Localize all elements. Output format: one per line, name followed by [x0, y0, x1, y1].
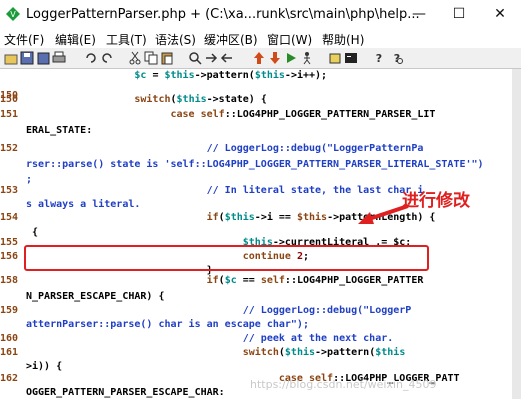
code-line: switch($this->state) {: [26, 94, 267, 105]
line-number: 162: [0, 373, 19, 384]
copy-icon[interactable]: [144, 51, 158, 65]
run-walk-icon[interactable]: [300, 51, 314, 65]
code-line: >i)) {: [26, 361, 63, 372]
load-session-icon[interactable]: [252, 51, 266, 65]
toolbar: ? ?: [0, 48, 521, 69]
code-line: s always a literal.: [26, 199, 141, 210]
line-number: 156: [0, 251, 19, 262]
code-line: case self::LOG4PHP_LOGGER_PATTERN_PARSER…: [26, 109, 436, 120]
menu-window[interactable]: 窗口(W): [267, 31, 312, 48]
watermark-text: https://blog.csdn.net/weixin_4509: [250, 378, 437, 391]
highlight-box: [24, 245, 429, 271]
undo-icon[interactable]: [84, 51, 98, 65]
line-number: 154: [0, 212, 19, 223]
save-all-icon[interactable]: [36, 51, 50, 65]
status-bar: [0, 399, 521, 406]
code-line: atternParser::parse() char is an escape …: [26, 319, 309, 330]
line-number: 160: [0, 333, 19, 344]
cut-icon[interactable]: [128, 51, 142, 65]
save-session-icon[interactable]: [268, 51, 282, 65]
menu-tools[interactable]: 工具(T): [106, 31, 147, 48]
code-line: // LoggerLog::debug("LoggerPatternPa: [26, 143, 424, 154]
line-number: 153: [0, 185, 19, 196]
code-line: // peek at the next char.: [26, 333, 394, 344]
annotation-text: 进行修改: [402, 191, 470, 211]
open-icon[interactable]: [4, 51, 18, 65]
menu-help[interactable]: 帮助(H): [322, 31, 364, 48]
code-line: switch($this->pattern($this: [26, 347, 406, 358]
line-number: 150: [0, 94, 19, 105]
line-number: 161: [0, 347, 19, 358]
menu-buffers[interactable]: 缓冲区(B): [204, 31, 258, 48]
paste-icon[interactable]: [160, 51, 174, 65]
code-line: N_PARSER_ESCAPE_CHAR) {: [26, 291, 165, 302]
svg-text:?: ?: [376, 52, 382, 65]
make-icon[interactable]: [328, 51, 342, 65]
maximize-button[interactable]: ☐: [445, 4, 473, 24]
code-line: // In literal state, the last char i: [26, 185, 424, 196]
replace-icon[interactable]: [188, 51, 202, 65]
find-next-icon[interactable]: [204, 51, 218, 65]
vim-app-icon: V: [6, 7, 20, 21]
window-title: LoggerPatternParser.php + (C:\xa...runk\…: [26, 7, 420, 22]
run-script-icon[interactable]: [284, 51, 298, 65]
line-number: 151: [0, 109, 19, 120]
svg-text:V: V: [10, 10, 16, 19]
help-icon[interactable]: ?: [372, 51, 386, 65]
menu-edit[interactable]: 编辑(E): [55, 31, 96, 48]
vertical-scrollbar[interactable]: [512, 69, 521, 399]
code-line: // LoggerLog::debug("LoggerP: [26, 305, 412, 316]
code-editor[interactable]: $c = $this->pattern($this->i++); 150 150 s…: [0, 69, 512, 399]
code-line: rser::parse() state is 'self::LOG4PHP_LO…: [26, 159, 484, 170]
menu-bar: 文件(F) 编辑(E) 工具(T) 语法(S) 缓冲区(B) 窗口(W) 帮助(…: [0, 30, 521, 48]
line-number: 158: [0, 275, 19, 286]
code-line: OGGER_PATTERN_PARSER_ESCAPE_CHAR:: [26, 387, 225, 398]
line-number: 159: [0, 305, 19, 316]
code-line: $c = $this->pattern($this->i++);: [26, 70, 328, 81]
find-prev-icon[interactable]: [220, 51, 234, 65]
title-bar: V LoggerPatternParser.php + (C:\xa...run…: [0, 0, 521, 30]
redo-icon[interactable]: [100, 51, 114, 65]
menu-syntax[interactable]: 语法(S): [155, 31, 196, 48]
line-number: 152: [0, 143, 19, 154]
menu-file[interactable]: 文件(F): [4, 31, 44, 48]
line-number: 155: [0, 237, 19, 248]
code-line: if($c == self::LOG4PHP_LOGGER_PATTER: [26, 275, 424, 286]
code-line: ERAL_STATE:: [26, 125, 93, 136]
print-icon[interactable]: [52, 51, 66, 65]
save-icon[interactable]: [20, 51, 34, 65]
minimize-button[interactable]: —: [405, 4, 433, 24]
shell-icon[interactable]: [344, 51, 358, 65]
close-button[interactable]: ✕: [486, 4, 514, 24]
find-help-icon[interactable]: ?: [390, 51, 404, 65]
